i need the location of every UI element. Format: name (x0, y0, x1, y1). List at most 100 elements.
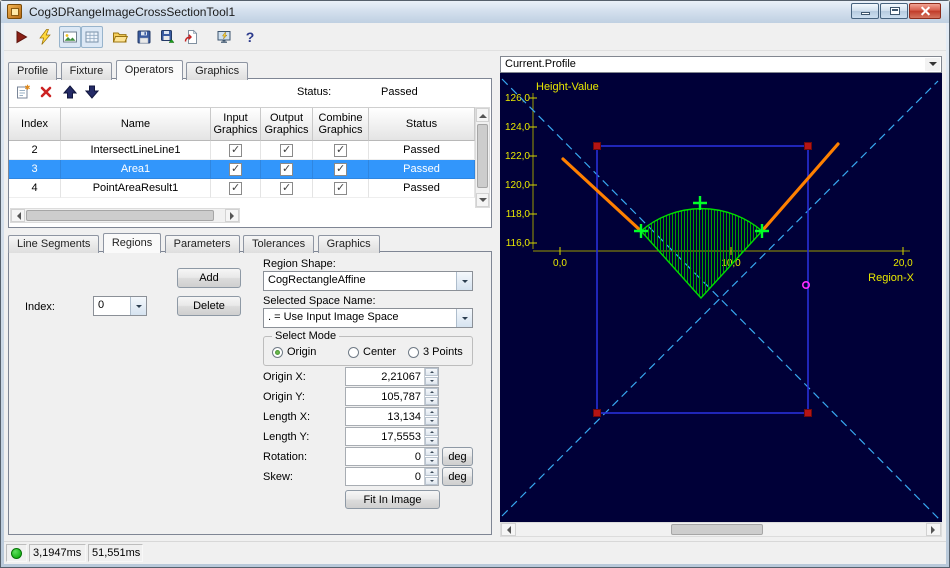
maximize-button[interactable] (880, 3, 908, 19)
run-button[interactable] (10, 26, 32, 48)
fit-in-image-button[interactable]: Fit In Image (345, 490, 440, 509)
profile-plot-canvas[interactable]: Height-Value 126,0 124,0 122,0 120,0 118… (500, 73, 942, 522)
scroll-up-button[interactable] (476, 108, 489, 122)
tab-parameters[interactable]: Parameters (164, 235, 240, 253)
close-button[interactable] (909, 3, 941, 19)
rotation-deg-button[interactable]: deg (442, 447, 473, 466)
input-graphics-checkbox[interactable] (229, 162, 242, 176)
corner-handle[interactable] (804, 409, 812, 417)
image-display-button[interactable] (59, 26, 81, 48)
horizontal-scroll-thumb[interactable] (671, 524, 763, 535)
tab-operators[interactable]: Operators (115, 60, 183, 80)
spin-up-button[interactable] (425, 468, 438, 476)
skew-deg-button[interactable]: deg (442, 467, 473, 486)
combo-arrow-button[interactable] (925, 58, 940, 71)
move-up-button[interactable] (60, 82, 80, 102)
tab-line-segments[interactable]: Line Segments (8, 235, 100, 253)
delete-operator-button[interactable] (36, 82, 56, 102)
profile-selector-combo[interactable]: Current.Profile (500, 56, 942, 73)
live-display-button[interactable] (213, 26, 235, 48)
arrow-up-icon (429, 449, 434, 453)
region-shape-combo[interactable]: CogRectangleAffine (263, 271, 473, 291)
table-row-pointarearesult1[interactable]: 4 PointAreaResult1 Passed (9, 179, 475, 198)
open-button[interactable] (109, 26, 131, 48)
scroll-right-button[interactable] (225, 209, 239, 222)
scroll-left-button[interactable] (11, 209, 25, 222)
corner-handle[interactable] (593, 409, 601, 417)
spin-up-button[interactable] (425, 388, 438, 396)
header-combine-graphics[interactable]: Combine Graphics (313, 108, 369, 141)
header-output-graphics[interactable]: Output Graphics (261, 108, 313, 141)
input-graphics-checkbox[interactable] (229, 181, 242, 195)
horizontal-scroll-thumb[interactable] (26, 210, 214, 221)
help-button[interactable]: ? (239, 26, 261, 48)
app-window: Cog3DRangeImageCrossSectionTool1 ? Profi… (0, 0, 950, 568)
tab-fixture[interactable]: Fixture (60, 62, 113, 80)
save-results-button[interactable] (157, 26, 179, 48)
skew-input[interactable] (346, 468, 424, 485)
spin-down-button[interactable] (425, 437, 438, 445)
combine-graphics-checkbox[interactable] (334, 162, 347, 176)
spin-down-button[interactable] (425, 417, 438, 425)
combo-arrow-button[interactable] (456, 309, 472, 327)
output-graphics-checkbox[interactable] (280, 162, 293, 176)
spin-up-button[interactable] (425, 408, 438, 416)
tab-profile[interactable]: Profile (8, 62, 58, 80)
combo-arrow-button[interactable] (130, 297, 146, 315)
header-input-graphics[interactable]: Input Graphics (211, 108, 261, 141)
spin-down-button[interactable] (425, 377, 438, 385)
operators-horizontal-scrollbar[interactable] (10, 208, 240, 223)
import-button[interactable] (181, 26, 203, 48)
input-graphics-checkbox[interactable] (229, 143, 242, 157)
corner-handle[interactable] (593, 142, 601, 150)
tab-tolerances[interactable]: Tolerances (242, 235, 315, 253)
operators-vertical-scrollbar[interactable] (475, 107, 490, 208)
length-y-input[interactable] (346, 428, 424, 445)
profile-plot[interactable]: Height-Value 126,0 124,0 122,0 120,0 118… (500, 73, 942, 522)
header-status[interactable]: Status (369, 108, 475, 141)
scroll-down-button[interactable] (476, 193, 489, 207)
origin-y-input[interactable] (346, 388, 424, 405)
length-x-input[interactable] (346, 408, 424, 425)
vertical-scroll-thumb[interactable] (477, 124, 488, 188)
spin-up-button[interactable] (425, 428, 438, 436)
scroll-right-button[interactable] (926, 523, 941, 536)
mode-center-radio[interactable]: Center (348, 346, 396, 358)
combo-arrow-button[interactable] (456, 272, 472, 290)
header-index[interactable]: Index (9, 108, 61, 141)
header-name[interactable]: Name (61, 108, 211, 141)
spin-up-button[interactable] (425, 368, 438, 376)
new-operator-button[interactable] (13, 82, 33, 102)
selected-space-combo[interactable]: . = Use Input Image Space (263, 308, 473, 328)
minimize-button[interactable] (851, 3, 879, 19)
table-row-intersectlineline1[interactable]: 2 IntersectLineLine1 Passed (9, 141, 475, 160)
combine-graphics-checkbox[interactable] (334, 181, 347, 195)
mode-origin-radio[interactable]: Origin (272, 346, 316, 358)
titlebar[interactable]: Cog3DRangeImageCrossSectionTool1 (1, 1, 949, 23)
graphics-display-button[interactable] (81, 26, 103, 48)
move-down-button[interactable] (82, 82, 102, 102)
output-graphics-checkbox[interactable] (280, 143, 293, 157)
output-graphics-checkbox[interactable] (280, 181, 293, 195)
spin-down-button[interactable] (425, 397, 438, 405)
origin-x-input[interactable] (346, 368, 424, 385)
corner-handle[interactable] (804, 142, 812, 150)
rotation-input[interactable] (346, 448, 424, 465)
combine-graphics-checkbox[interactable] (334, 143, 347, 157)
save-button[interactable] (133, 26, 155, 48)
tab-graphics[interactable]: Graphics (186, 62, 249, 80)
tab-regions[interactable]: Regions (102, 233, 162, 253)
region-index-combo[interactable]: 0 (93, 296, 147, 316)
delete-region-button[interactable]: Delete (177, 296, 241, 316)
live-run-button[interactable] (34, 26, 56, 48)
tab-graphics-lower[interactable]: Graphics (317, 235, 380, 253)
spin-down-button[interactable] (425, 457, 438, 465)
cell-index: 4 (9, 179, 61, 198)
mode-3points-radio[interactable]: 3 Points (408, 346, 463, 358)
spin-down-button[interactable] (425, 477, 438, 485)
scroll-left-button[interactable] (501, 523, 516, 536)
table-row-area1[interactable]: 3 Area1 Passed (9, 160, 475, 179)
spin-up-button[interactable] (425, 448, 438, 456)
add-region-button[interactable]: Add (177, 268, 241, 288)
plot-horizontal-scrollbar[interactable] (500, 522, 942, 537)
